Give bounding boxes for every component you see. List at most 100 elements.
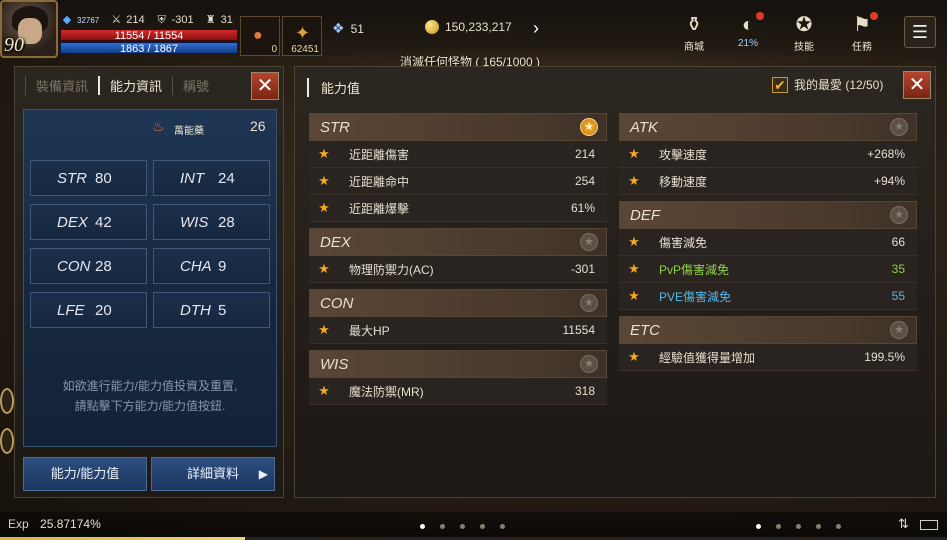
tab-equipment[interactable]: 裝備資訊 [25, 75, 98, 95]
stat-row-label: 近距離爆擊 [349, 201, 410, 216]
detail-button-label: 詳細資料 [186, 466, 239, 481]
stat-lfe: LFE 20 [30, 292, 147, 328]
detail-button[interactable]: 詳細資料 ▶ [151, 457, 275, 491]
favorite-star-icon[interactable]: ★ [890, 206, 908, 224]
stat-dex: DEX 42 [30, 204, 147, 240]
hamburger-menu-button[interactable]: ☰ [904, 16, 936, 48]
stat-row-label: 最大HP [349, 323, 390, 338]
stat-section-str: STR ★ ★ 近距離傷害 214 ★ 近距離命中 254 ★ 近距離爆擊 61% [309, 113, 607, 222]
section-name: STR [320, 119, 350, 136]
sort-icon[interactable]: ⇅ [898, 516, 909, 532]
star-icon: ★ [318, 383, 330, 398]
page-dot[interactable] [440, 524, 445, 529]
stat-int: INT 24 [153, 160, 270, 196]
close-button[interactable]: ✕ [903, 71, 931, 99]
feather-icon: ✦ [295, 23, 311, 43]
attack-value: 214 [126, 14, 145, 26]
hamburger-icon: ☰ [911, 22, 929, 42]
stat-row-value: 55 [891, 289, 905, 303]
tab-ability[interactable]: 能力資訊 [98, 75, 172, 95]
notification-dot [870, 12, 878, 20]
hint-text: 如欲進行能力/能力值投資及重置, 請點擊下方能力/能力值按鈕. [24, 376, 276, 416]
crystal-value: 51 [350, 21, 364, 36]
hint-line-2: 請點擊下方能力/能力值按鈕. [74, 399, 226, 413]
trophy-value: 31 [220, 14, 233, 26]
page-dot[interactable] [480, 524, 485, 529]
quickslot-item-count: 62451 [291, 44, 319, 55]
defense-value: -301 [171, 14, 194, 26]
section-name: ETC [630, 322, 660, 339]
stat-value: 24 [218, 169, 235, 187]
stat-value: 28 [95, 257, 112, 275]
star-icon: ★ [628, 146, 640, 161]
page-dot[interactable] [796, 524, 801, 529]
quickslot-item[interactable]: ✦ 62451 [282, 16, 322, 56]
menu-quest[interactable]: ⚑ 任務 [840, 12, 884, 53]
stat-row-label: PVE傷害減免 [659, 289, 732, 304]
menu-skill[interactable]: ✪ 技能 [782, 12, 826, 53]
hp-bar: 11554 / 11554 [60, 29, 238, 42]
stat-row: ★ 移動速度 +94% [619, 168, 917, 195]
page-dot[interactable] [776, 524, 781, 529]
chevron-right-icon[interactable]: › [533, 18, 539, 39]
stat-row-value: 11554 [562, 323, 595, 337]
elixir-icon: ♨ [152, 118, 165, 134]
page-dots-right [756, 524, 841, 529]
close-icon: ✕ [908, 74, 926, 96]
page-dot[interactable] [816, 524, 821, 529]
stat-row: ★ 近距離傷害 214 [309, 141, 607, 168]
stat-row: ★ 最大HP 11554 [309, 317, 607, 344]
favorites-toggle[interactable]: ✔ 我的最愛 (12/50) [772, 76, 883, 93]
favorite-star-icon[interactable]: ★ [580, 355, 598, 373]
stat-name: DTH [180, 301, 211, 319]
stat-row-value: 61% [570, 201, 595, 215]
menu-bag[interactable]: ◐ 21% [726, 12, 770, 49]
close-button[interactable]: ✕ [251, 72, 279, 100]
favorite-star-icon[interactable]: ★ [890, 321, 908, 339]
stat-row: ★ 近距離爆擊 61% [309, 195, 607, 222]
ability-button[interactable]: 能力/能力值 [23, 457, 147, 491]
favorites-label: 我的最愛 (12/50) [794, 78, 884, 92]
favorite-star-icon[interactable]: ★ [890, 118, 908, 136]
stat-value: 9 [218, 257, 227, 275]
stat-con: CON 28 [30, 248, 147, 284]
page-dot[interactable] [420, 524, 425, 529]
stat-row: ★ 魔法防禦(MR) 318 [309, 378, 607, 405]
tab-title[interactable]: 稱號 [172, 75, 219, 95]
menu-quest-label: 任務 [852, 42, 872, 53]
stat-row-value: +268% [867, 147, 905, 161]
top-stat-line: ◆ 32767 ⚔ 214 ⛨ -301 ♜ 31 ▼ [60, 14, 250, 26]
section-header: ETC ★ [619, 316, 917, 344]
favorite-star-icon[interactable]: ★ [580, 294, 598, 312]
section-name: WIS [320, 356, 349, 373]
stat-row-value: 318 [574, 384, 595, 398]
stat-row-label: 魔法防禦(MR) [349, 384, 424, 399]
section-header: ATK ★ [619, 113, 917, 141]
skill-icon: ✪ [795, 14, 813, 36]
menu-shop[interactable]: ⚱ 商城 [672, 12, 716, 53]
stat-name: DEX [57, 213, 88, 231]
favorite-star-icon[interactable]: ★ [580, 233, 598, 251]
page-dot[interactable] [836, 524, 841, 529]
stat-row: ★ 攻擊速度 +268% [619, 141, 917, 168]
stat-row-value: 214 [574, 147, 595, 161]
page-dot[interactable] [500, 524, 505, 529]
character-level: 90 [4, 34, 24, 56]
gold-coin-icon [425, 20, 439, 34]
left-stat-column: STR ★ ★ 近距離傷害 214 ★ 近距離命中 254 ★ 近距離爆擊 61% DEX ★ ★ 物理防禦… [309, 113, 607, 411]
trophy-icon: ♜ [205, 14, 216, 26]
star-icon: ★ [318, 261, 330, 276]
stat-section-dex: DEX ★ ★ 物理防禦力(AC) -301 [309, 228, 607, 283]
stat-cha: CHA 9 [153, 248, 270, 284]
quickslot-potion[interactable]: ● 0 [240, 16, 280, 56]
stat-row-label: 經驗值獲得量增加 [659, 350, 756, 365]
favorite-star-icon[interactable]: ★ [580, 118, 598, 136]
star-icon: ★ [318, 322, 330, 337]
page-dot[interactable] [460, 524, 465, 529]
stat-name: LFE [57, 301, 85, 319]
stat-str: STR 80 [30, 160, 147, 196]
page-dots-left [420, 524, 505, 529]
star-icon: ★ [318, 173, 330, 188]
section-header: DEF ★ [619, 201, 917, 229]
page-dot[interactable] [756, 524, 761, 529]
